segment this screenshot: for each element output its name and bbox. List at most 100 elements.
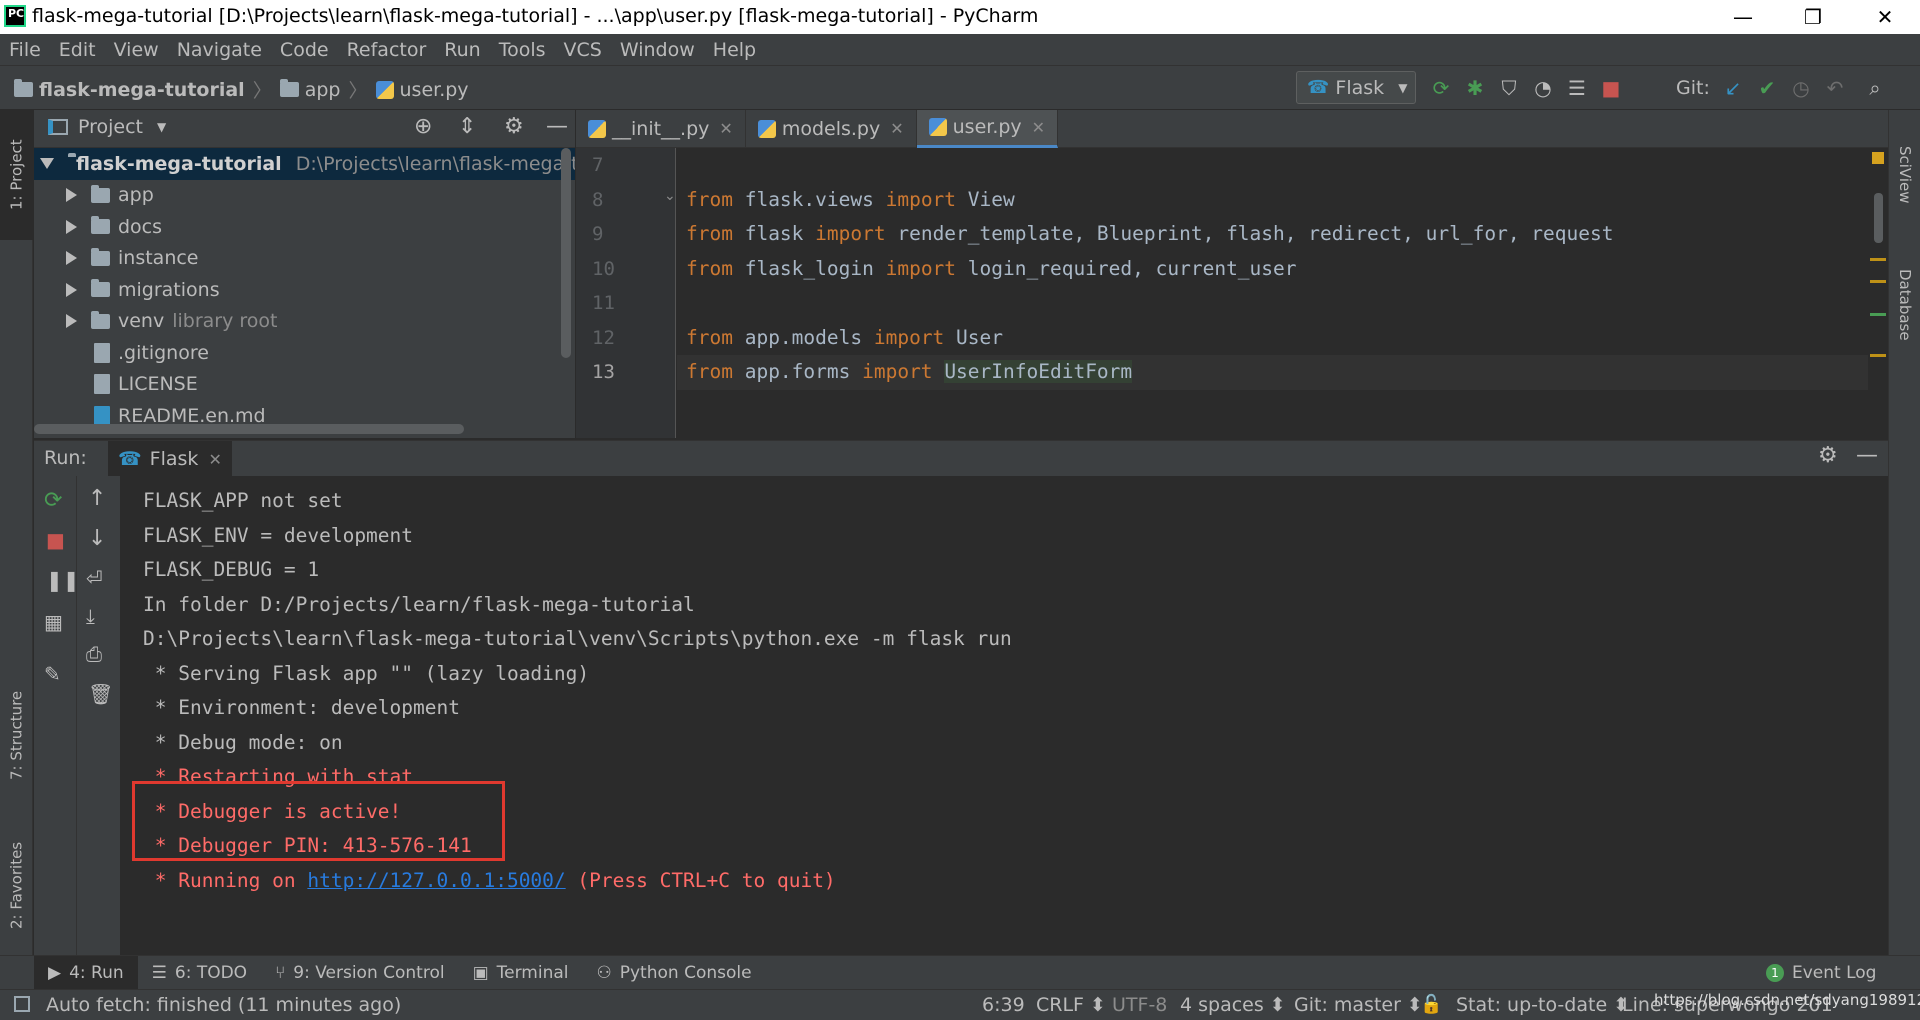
minimize-button[interactable]: — [1714,0,1772,34]
tab-models-py[interactable]: models.py ✕ [746,109,917,148]
warning-mark[interactable] [1870,280,1886,283]
tab-todo[interactable]: ☰ 6: TODO [138,956,261,990]
file-encoding[interactable]: UTF-8 [1112,994,1167,1016]
locate-file-icon[interactable]: ⊕ [414,114,432,139]
server-url-link[interactable]: http://127.0.0.1:5000/ [307,869,565,892]
tab-run[interactable]: ▶ 4: Run [34,955,138,990]
indent-setting[interactable]: 4 spaces ⬍ [1180,994,1286,1016]
line-separator[interactable]: CRLF ⬍ [1036,994,1106,1016]
database-tool-tab[interactable]: Database [1889,245,1920,365]
git-commit-icon[interactable]: ✔ [1750,71,1784,105]
pause-icon[interactable]: ❚❚ [46,568,80,592]
menu-run[interactable]: Run [435,34,489,66]
toggle-tool-windows-icon[interactable] [14,996,30,1012]
expand-arrow-icon[interactable] [66,251,77,266]
git-revert-icon[interactable]: ↶ [1818,71,1852,105]
git-update-icon[interactable]: ↙ [1716,71,1750,105]
warning-mark[interactable] [1870,258,1886,261]
expand-arrow-icon[interactable] [66,314,77,329]
menu-window[interactable]: Window [611,34,704,66]
expand-arrow-icon[interactable] [40,158,54,170]
structure-tool-tab[interactable]: 7: Structure [0,670,33,800]
expand-arrow-icon[interactable] [66,188,77,203]
trash-icon[interactable]: 🗑 [88,682,113,706]
run-console[interactable]: FLASK_APP not set FLASK_ENV = developmen… [121,476,1888,955]
tree-item-license[interactable]: LICENSE [34,369,575,401]
chevron-down-icon[interactable]: ▼ [157,120,166,134]
close-window-button[interactable]: ✕ [1856,0,1914,34]
soft-wrap-icon[interactable]: ⏎ [86,566,103,590]
caret-position[interactable]: 6:39 [982,994,1025,1016]
tab-python-console[interactable]: ⚇ Python Console [583,956,766,990]
menu-code[interactable]: Code [271,34,338,66]
stop-icon[interactable]: ■ [46,528,65,552]
scroll-up-icon[interactable]: ↑ [88,486,106,511]
vertical-scrollbar[interactable] [561,148,571,358]
scroll-to-end-icon[interactable]: ⤓ [86,604,95,628]
concurrency-icon[interactable]: ☰ [1560,71,1594,105]
fold-icon[interactable]: ⌄ [664,188,676,204]
menu-refactor[interactable]: Refactor [338,34,436,66]
stop-icon[interactable]: ■ [1594,71,1628,105]
tab-user-py[interactable]: user.py ✕ [916,109,1059,148]
close-icon[interactable]: ✕ [208,450,221,469]
tab-init-py[interactable]: __init__.py ✕ [576,109,746,148]
layout-icon[interactable]: ▦ [44,610,63,634]
git-branch[interactable]: Git: master ⬍ [1294,994,1423,1016]
tree-item-migrations[interactable]: migrations [34,274,575,306]
scroll-down-icon[interactable]: ↓ [88,526,106,551]
coverage-icon[interactable]: ⛉ [1492,71,1526,105]
warning-mark[interactable] [1870,354,1886,357]
breadcrumb-project[interactable]: flask-mega-tutorial [39,79,245,101]
search-everywhere-icon[interactable]: ⌕ [1858,71,1892,105]
rerun-icon[interactable]: ⟳ [44,488,62,513]
git-history-icon[interactable]: ◷ [1784,71,1818,105]
gear-icon[interactable]: ⚙ [1818,443,1838,468]
code-editor[interactable]: from flask.views import View from flask … [677,148,1868,438]
menu-tools[interactable]: Tools [490,34,555,66]
tree-item-app[interactable]: app [34,180,575,212]
project-tool-tab[interactable]: 1: Project [0,110,33,240]
editor-scrollbar[interactable] [1874,193,1883,243]
status-message[interactable]: Auto fetch: finished (11 minutes ago) [46,994,401,1016]
tree-item-venv[interactable]: venv library root [34,306,575,338]
tab-terminal[interactable]: ▣ Terminal [459,956,583,990]
tree-item-instance[interactable]: instance [34,243,575,275]
collapse-all-icon[interactable]: ⇕ [458,114,476,139]
breadcrumb-folder[interactable]: app [305,79,341,101]
tab-event-log[interactable]: 1 Event Log [1752,956,1890,990]
hide-panel-icon[interactable]: — [1856,443,1878,468]
run-tab-flask[interactable]: ☎ Flask ✕ [108,441,232,477]
debug-icon[interactable]: ✱ [1458,71,1492,105]
tab-version-control[interactable]: ⑂ 9: Version Control [261,956,459,990]
menu-vcs[interactable]: VCS [555,34,611,66]
horizontal-scrollbar[interactable] [34,424,464,434]
tree-root[interactable]: flask-mega-tutorial D:\Projects\learn\fl… [34,148,575,180]
menu-help[interactable]: Help [704,34,765,66]
run-configuration-select[interactable]: ☎ Flask ▼ [1296,71,1416,104]
breadcrumb-file[interactable]: user.py [400,79,469,101]
menu-file[interactable]: File [0,34,50,66]
tree-item-gitignore[interactable]: .gitignore [34,337,575,369]
hide-panel-icon[interactable]: — [546,114,568,139]
favorites-tool-tab[interactable]: 2: Favorites [0,820,33,950]
rerun-icon[interactable]: ⟳ [1424,71,1458,105]
gear-icon[interactable]: ⚙ [504,114,524,139]
vcs-stat[interactable]: Stat: up-to-date ⬍ [1456,994,1629,1016]
close-icon[interactable]: ✕ [1032,118,1045,137]
menu-navigate[interactable]: Navigate [168,34,271,66]
expand-arrow-icon[interactable] [66,282,77,297]
menu-view[interactable]: View [105,34,168,66]
expand-arrow-icon[interactable] [66,219,77,234]
close-icon[interactable]: ✕ [890,119,903,138]
pin-icon[interactable]: ✎ [44,662,61,686]
change-mark[interactable] [1870,313,1886,316]
tree-item-docs[interactable]: docs [34,211,575,243]
warning-indicator-icon[interactable] [1872,152,1884,164]
project-panel-title[interactable]: Project [78,116,143,138]
profile-icon[interactable]: ◔ [1526,71,1560,105]
sciview-tool-tab[interactable]: SciView [1889,120,1920,230]
menu-edit[interactable]: Edit [50,34,105,66]
close-icon[interactable]: ✕ [719,119,732,138]
restore-button[interactable]: ❐ [1784,0,1842,34]
